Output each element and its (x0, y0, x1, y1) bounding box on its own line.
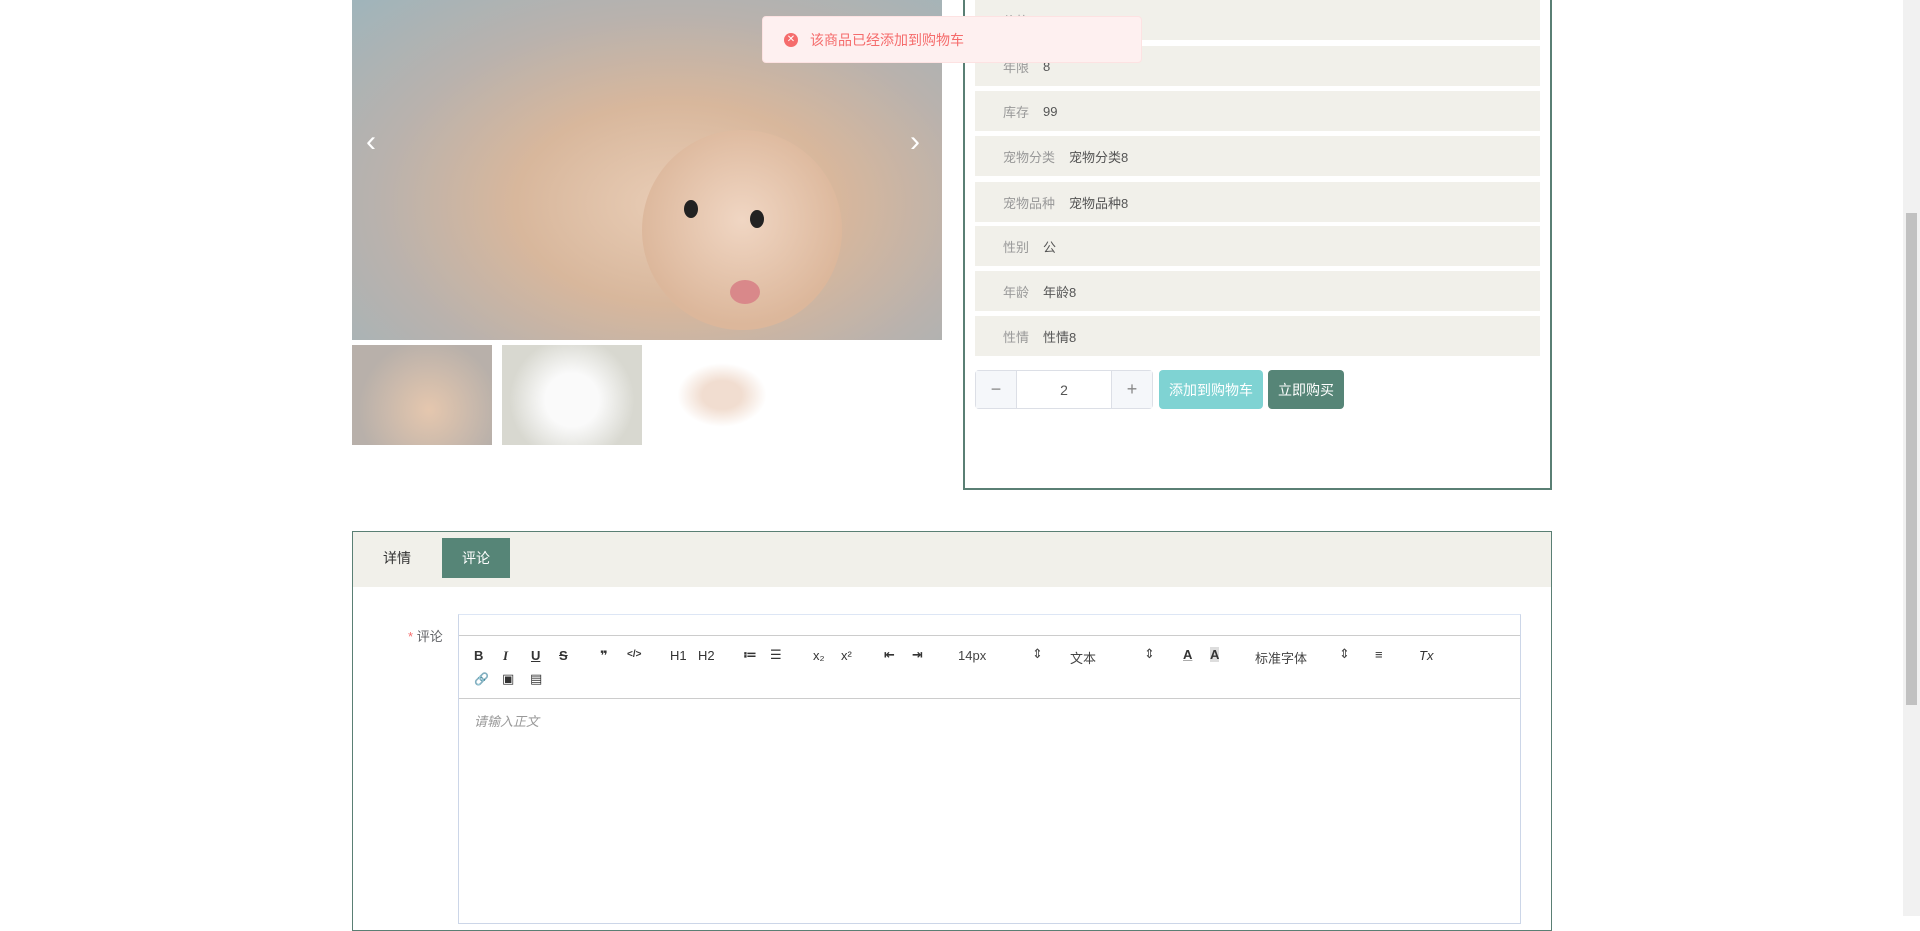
add-to-cart-button[interactable]: 添加到购物车 (1159, 370, 1263, 409)
align-icon[interactable]: ≡ (1375, 647, 1383, 662)
strike-button[interactable]: S (559, 648, 568, 663)
image-icon[interactable]: ▣ (502, 671, 514, 687)
video-icon[interactable]: ▤ (530, 671, 542, 687)
select-arrow-icon: ⇕ (1032, 646, 1043, 661)
clear-format-icon[interactable]: Tx (1419, 648, 1433, 663)
quantity-input[interactable]: 2 (1016, 371, 1112, 408)
decrease-button[interactable]: − (976, 371, 1016, 408)
detail-row: 性别公 (975, 226, 1540, 266)
detail-label: 宠物分类 (1003, 149, 1056, 165)
buy-now-button[interactable]: 立即购买 (1268, 370, 1344, 409)
link-icon[interactable]: 🔗 (474, 672, 489, 686)
font-color-icon[interactable]: A (1183, 647, 1192, 662)
detail-value: 99 (1043, 103, 1058, 119)
comment-label: * 评论 (408, 626, 443, 645)
quantity-stepper[interactable]: − 2 + (975, 370, 1153, 409)
code-icon[interactable]: </> (627, 649, 641, 660)
select-arrow-icon: ⇕ (1144, 646, 1155, 661)
tab-details[interactable]: 详情 (367, 538, 427, 578)
toast-message: ✕ 该商品已经添加到购物车 (762, 16, 1142, 63)
tab-comments[interactable]: 评论 (442, 538, 510, 578)
indent-icon[interactable]: ⇥ (912, 647, 923, 663)
detail-label: 库存 (1003, 104, 1030, 120)
quote-icon[interactable]: ❞ (600, 648, 608, 664)
detail-value: 公 (1043, 239, 1057, 255)
thumbnail-rabbit[interactable] (652, 345, 792, 445)
tab-bar: 详情 评论 (353, 532, 1551, 587)
ordered-list-icon[interactable]: ≔ (743, 647, 757, 663)
editor-toolbar: B I U S ❞ </> H1 H2 ≔ ☰ x₂ x² ⇤ ⇥ 14px ⇕… (459, 635, 1520, 699)
detail-row: 库存 99 (975, 91, 1540, 131)
detail-value: 宠物品种8 (1069, 195, 1129, 211)
detail-row: 性情 性情8 (975, 316, 1540, 356)
detail-value: 性情8 (1043, 329, 1077, 345)
product-info-panel: 价格¥99.0 年限8 库存99 宠物分类宠物分类8 宠物品种宠物品种8 性别公… (963, 0, 1552, 490)
font-family-select[interactable]: 标准字体 (1255, 648, 1307, 667)
bullet-list-icon[interactable]: ☰ (770, 647, 782, 663)
thumbnail-white-dog[interactable] (502, 345, 642, 445)
detail-row: 年龄 年龄8 (975, 271, 1540, 311)
thumbnail-ferret[interactable] (352, 345, 492, 445)
toast-text: 该商品已经添加到购物车 (810, 31, 964, 48)
h2-button[interactable]: H2 (698, 648, 715, 663)
chevron-left-icon[interactable]: ‹ (366, 125, 376, 159)
italic-button[interactable]: I (503, 648, 508, 664)
outdent-icon[interactable]: ⇤ (884, 647, 895, 663)
detail-label: 性情 (1003, 329, 1030, 345)
select-arrow-icon: ⇕ (1339, 646, 1350, 661)
font-size-select[interactable]: 14px (958, 648, 986, 663)
detail-value: 年龄8 (1043, 284, 1077, 300)
comment-editor: B I U S ❞ </> H1 H2 ≔ ☰ x₂ x² ⇤ ⇥ 14px ⇕… (458, 614, 1521, 924)
detail-row: 宠物分类 宠物分类8 (975, 136, 1540, 176)
underline-button[interactable]: U (531, 648, 540, 663)
bold-button[interactable]: B (474, 648, 483, 663)
comment-label-text: 评论 (416, 629, 443, 644)
ferret-image (642, 130, 842, 330)
editor-content-input[interactable]: 请输入正文 (474, 711, 539, 730)
subscript-button[interactable]: x₂ (813, 648, 825, 663)
superscript-button[interactable]: x² (841, 648, 852, 663)
detail-label: 性别 (1003, 239, 1030, 255)
detail-row: 宠物品种 宠物品种8 (975, 182, 1540, 222)
detail-value: 宠物分类8 (1069, 149, 1129, 165)
error-circle-icon: ✕ (784, 32, 798, 47)
background-color-icon[interactable]: A (1210, 647, 1220, 662)
h1-button[interactable]: H1 (670, 648, 687, 663)
detail-label: 宠物品种 (1003, 195, 1056, 211)
required-mark: * (408, 629, 414, 644)
increase-button[interactable]: + (1112, 371, 1152, 408)
scrollbar-thumb[interactable] (1906, 213, 1917, 705)
format-select[interactable]: 文本 (1070, 648, 1096, 667)
chevron-right-icon[interactable]: › (910, 125, 920, 159)
detail-label: 年龄 (1003, 284, 1030, 300)
